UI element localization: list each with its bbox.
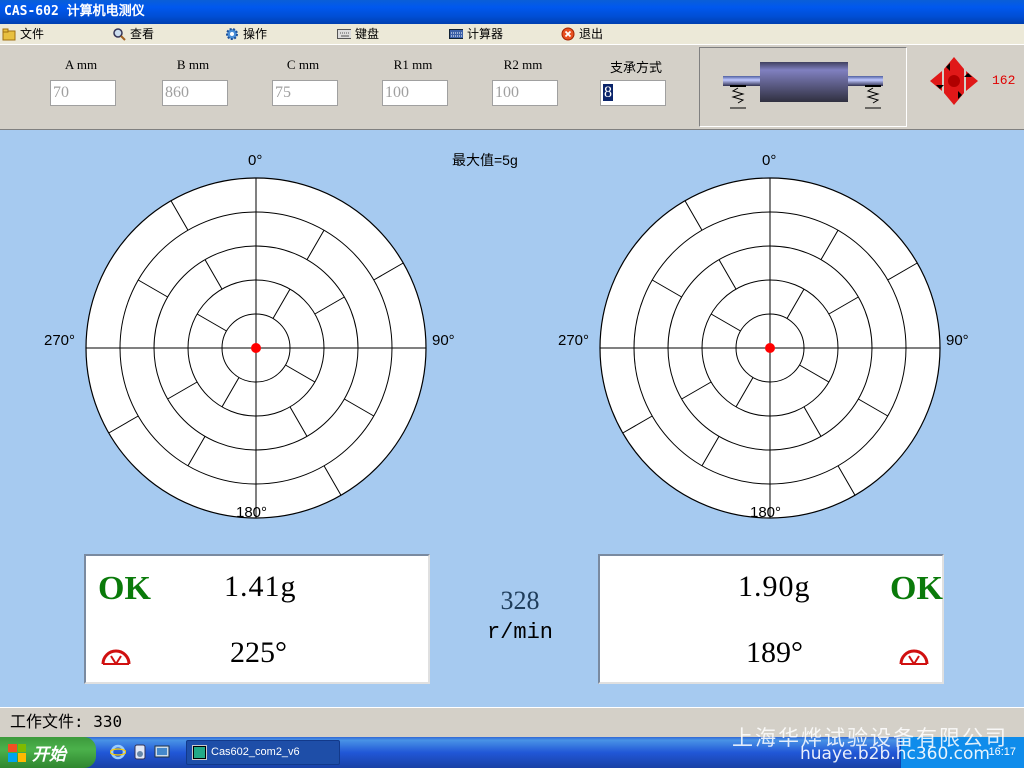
param-b-input[interactable]: 860 (162, 80, 228, 106)
start-button[interactable]: 开始 (0, 737, 96, 768)
param-r1-label: R1 mm (393, 57, 433, 72)
window-title-bar: CAS-602 计算机电测仪 (0, 0, 1024, 24)
param-a-label: A mm (64, 57, 98, 72)
param-b-label: B mm (176, 57, 210, 72)
folder-icon (2, 27, 16, 41)
exit-icon (561, 27, 575, 41)
watermark-url: huaye.b2b.hc360.com (800, 744, 990, 764)
rotor-diagram-icon (723, 62, 883, 109)
support-mode-input[interactable]: 8 (600, 80, 666, 106)
left-angle-270-label: 270° (44, 332, 76, 349)
support-mode-label: 支承方式 (609, 60, 662, 75)
taskbar-app-button[interactable]: Cas602_com2_v6 (186, 740, 340, 765)
window-title: CAS-602 计算机电测仪 (4, 4, 145, 19)
left-angle-value: 225° (230, 636, 287, 669)
right-angle-180-label: 180° (750, 504, 782, 521)
right-angle-0-label: 0° (762, 152, 777, 169)
taskbar-app-label: Cas602_com2_v6 (211, 746, 300, 758)
right-polar-plot (599, 177, 941, 519)
param-r1-input[interactable]: 100 (382, 80, 448, 106)
right-magnitude: 1.90g (738, 570, 811, 603)
internet-explorer-icon[interactable] (110, 744, 126, 760)
menu-calculator[interactable]: 计算器 (449, 24, 503, 44)
menu-file[interactable]: 文件 (2, 24, 44, 44)
show-desktop-icon[interactable] (154, 744, 170, 760)
left-angle-180-label: 180° (236, 504, 268, 521)
menu-operate[interactable]: 操作 (225, 24, 267, 44)
rpm-unit: r/min (486, 620, 553, 645)
center-marker (765, 343, 775, 353)
param-c-input[interactable]: 75 (272, 80, 338, 106)
param-c-label: C mm (286, 57, 320, 72)
app-window-icon (192, 745, 207, 760)
menu-exit[interactable]: 退出 (561, 24, 603, 44)
weight-angle-icon (101, 649, 131, 665)
menu-keyboard[interactable]: 键盘 (337, 24, 379, 44)
right-angle-90-label: 90° (946, 332, 969, 349)
left-angle-90-label: 90° (432, 332, 455, 349)
direction-arrows-icon[interactable] (928, 55, 980, 107)
left-ok-status: OK (98, 570, 151, 607)
max-value-label: 最大值=5g (452, 152, 518, 168)
param-a-input[interactable]: 70 (50, 80, 116, 106)
weight-angle-icon (899, 649, 929, 665)
left-angle-0-label: 0° (248, 152, 263, 169)
left-result-panel: OK 1.41g 225° (84, 554, 430, 684)
rotor-support-diagram (699, 47, 907, 127)
menu-bar: 文件 查看 操作 键盘 计算器 退出 (0, 24, 1024, 44)
calculator-icon (449, 27, 463, 41)
rpm-value: 328 (500, 586, 540, 615)
parameter-panel: A mm 70 B mm 860 C mm 75 R1 mm 100 R2 mm… (0, 44, 1024, 130)
measurement-area: 最大值=5g 0° 90° 180° 270° 0° 90° 180° 270°… (0, 130, 1024, 707)
keyboard-icon (337, 27, 351, 41)
param-r2-label: R2 mm (503, 57, 543, 72)
left-polar-plot (85, 177, 427, 519)
param-r2-input[interactable]: 100 (492, 80, 558, 106)
magnifier-icon (112, 27, 126, 41)
media-player-icon[interactable] (132, 744, 148, 760)
right-angle-value: 189° (746, 636, 803, 669)
center-marker (251, 343, 261, 353)
windows-logo-icon (8, 743, 26, 762)
header-speed-value: 162 (992, 73, 1016, 88)
right-result-panel: 1.90g OK 189° (598, 554, 944, 684)
right-angle-270-label: 270° (558, 332, 590, 349)
work-file-label: 工作文件: 330 (10, 712, 123, 731)
right-ok-status: OK (890, 570, 943, 607)
left-magnitude: 1.41g (224, 570, 297, 603)
start-label: 开始 (32, 745, 66, 764)
menu-view[interactable]: 查看 (112, 24, 154, 44)
gear-icon (225, 27, 239, 41)
